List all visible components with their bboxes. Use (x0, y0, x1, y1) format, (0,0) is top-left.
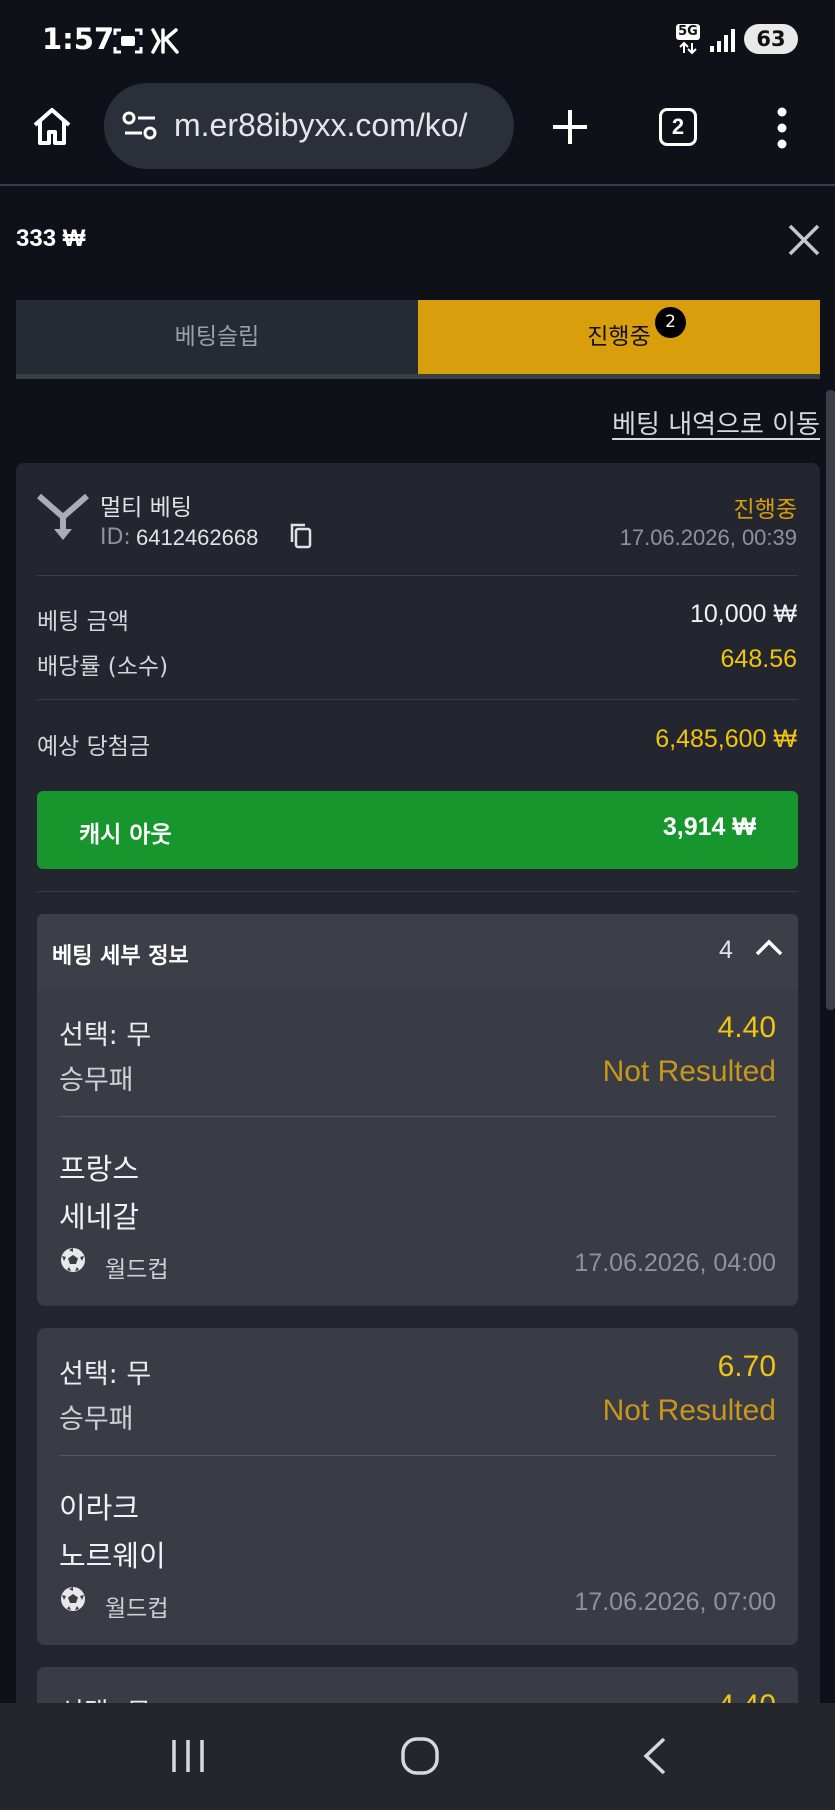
away-team: 세네갈 (59, 1200, 140, 1234)
bet-type: 멀티 베팅 (100, 495, 192, 521)
selection-choice: 선택: 무 (59, 1359, 152, 1390)
site-settings-icon[interactable] (122, 111, 158, 141)
network-type: 5G (676, 24, 700, 59)
betslip-tabs: 베팅슬립 진행중 (16, 300, 820, 379)
in-progress-count-badge: 2 (655, 307, 686, 338)
divider (59, 1455, 776, 1456)
divider (37, 891, 798, 892)
home-team: 프랑스 (59, 1152, 140, 1186)
divider (37, 699, 798, 700)
bet-history-link[interactable]: 베팅 내역으로 이동 (612, 404, 820, 441)
bet-id-label: ID: (100, 525, 131, 550)
selection-card: 선택: 무 승무패 6.70 Not Resulted 이라크 노르웨이 월드컵… (37, 1328, 798, 1645)
status-time: 1:57 (42, 22, 115, 56)
cashout-label: 캐시 아웃 (79, 822, 172, 848)
back-icon[interactable] (640, 1735, 670, 1777)
stake-value: 10,000 ₩ (689, 600, 797, 628)
bet-status: 진행중 (733, 497, 797, 523)
battery-level: 63 (744, 24, 798, 54)
bet-details-title: 베팅 세부 정보 (52, 944, 189, 969)
odds-label: 배당률 (소수) (37, 654, 169, 680)
system-navigation-bar (0, 1703, 835, 1810)
selection-market: 승무패 (59, 1404, 134, 1435)
home-icon[interactable] (30, 104, 74, 148)
data-arrows-icon (679, 41, 697, 55)
bet-id: 6412462668 (136, 525, 259, 550)
cashout-button[interactable]: 캐시 아웃 3,914 ₩ (37, 791, 798, 869)
selection-status: Not Resulted (602, 1055, 776, 1088)
home-team: 이라크 (59, 1491, 140, 1525)
signal-icon (710, 29, 735, 52)
plus-icon[interactable] (550, 107, 590, 147)
tab-switcher-button[interactable]: 2 (659, 108, 697, 146)
data-saver-icon (151, 28, 179, 54)
league-name: 월드컵 (105, 1596, 169, 1622)
selection-market: 승무패 (59, 1065, 134, 1096)
divider (59, 1116, 776, 1117)
chevron-up-icon[interactable] (755, 938, 783, 956)
tab-in-progress[interactable]: 진행중 (418, 300, 820, 374)
status-bar: 1:57 5G 63 (0, 0, 835, 80)
cashout-value: 3,914 ₩ (662, 813, 756, 841)
odds-value: 648.56 (720, 645, 797, 673)
home-nav-icon[interactable] (400, 1736, 440, 1776)
selection-card: 선택: 무 승무패 4.40 Not Resulted 프랑스 세네갈 월드컵 … (37, 989, 798, 1306)
tab-underline (16, 374, 820, 379)
scrollbar[interactable] (826, 390, 835, 1010)
league-name: 월드컵 (105, 1257, 169, 1283)
bet-details-toggle[interactable]: 베팅 세부 정보 4 (37, 914, 798, 989)
copy-icon[interactable] (289, 522, 313, 550)
selection-count: 4 (719, 936, 733, 964)
bet-date: 17.06.2026, 00:39 (619, 525, 797, 550)
stake-label: 베팅 금액 (37, 609, 129, 635)
soccer-ball-icon (61, 1587, 85, 1611)
selection-choice: 선택: 무 (59, 1020, 152, 1051)
multi-bet-icon (37, 493, 89, 540)
payout-value: 6,485,600 ₩ (655, 725, 797, 753)
selection-odds: 6.70 (717, 1350, 776, 1383)
match-date: 17.06.2026, 07:00 (574, 1588, 776, 1616)
away-team: 노르웨이 (59, 1539, 166, 1573)
more-vertical-icon[interactable] (772, 106, 792, 150)
recent-apps-icon[interactable] (168, 1737, 208, 1775)
selection-odds: 4.40 (717, 1011, 776, 1044)
payout-label: 예상 당첨금 (37, 734, 151, 760)
account-balance: 333 ₩ (16, 225, 86, 252)
browser-toolbar: m.er88ibyxx.com/ko/ 2 (0, 80, 835, 186)
match-date: 17.06.2026, 04:00 (574, 1249, 776, 1277)
close-icon[interactable] (786, 222, 822, 258)
divider (37, 575, 798, 576)
selection-status: Not Resulted (602, 1394, 776, 1427)
address-bar[interactable]: m.er88ibyxx.com/ko/ (104, 83, 514, 169)
url-text[interactable]: m.er88ibyxx.com/ko/ (174, 107, 504, 144)
soccer-ball-icon (61, 1248, 85, 1272)
screenshot-icon (113, 28, 143, 54)
tab-betslip[interactable]: 베팅슬립 (16, 300, 418, 374)
